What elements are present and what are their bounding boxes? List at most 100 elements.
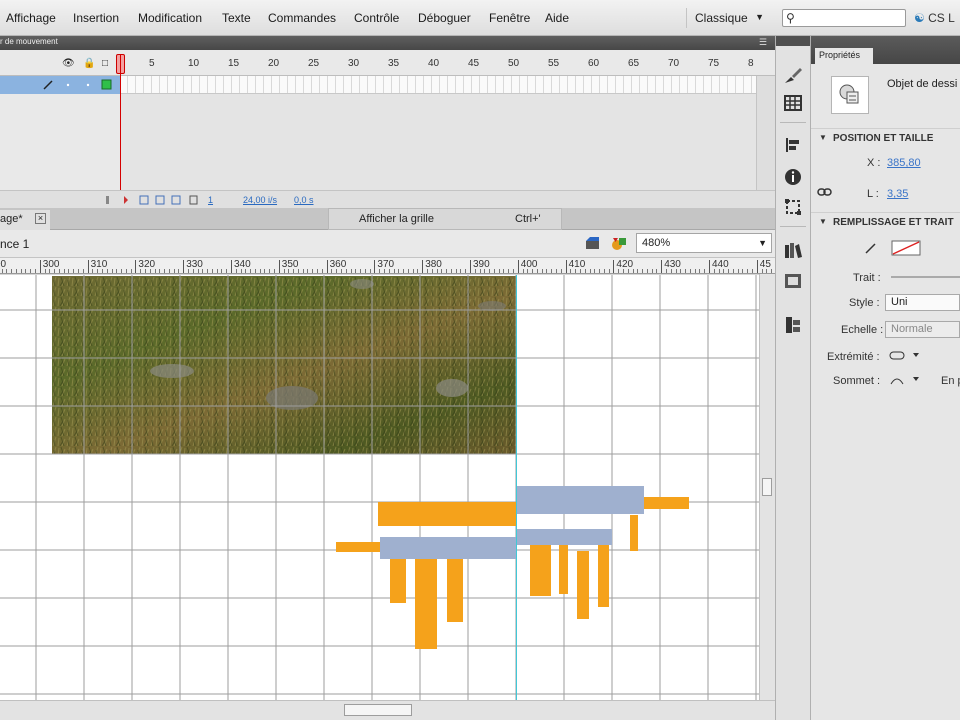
ruler-minor-tick [680,269,682,273]
ruler-major-tick [39,260,41,273]
lock-dot [86,83,90,87]
orange-shape[interactable] [530,545,551,596]
edit-symbols-icon[interactable] [610,235,628,251]
flash-window: Affichage Insertion Modification Texte C… [0,0,960,720]
chevron-down-icon: ▼ [755,12,764,22]
library-icon[interactable] [782,240,804,262]
ruler-minor-tick [642,269,644,273]
style-select[interactable]: Uni [885,294,960,311]
ruler-minor-tick [111,269,113,273]
x-value[interactable]: 385,80 [887,157,921,169]
stage-horizontal-scrollbar[interactable] [0,700,775,720]
orange-shape[interactable] [447,559,463,622]
menu-commandes[interactable]: Commandes [268,11,336,25]
stage-canvas[interactable] [0,275,759,700]
blue-shape[interactable] [516,529,612,545]
swatches-icon[interactable] [782,270,804,292]
orange-shape[interactable] [577,551,589,619]
ruler-minor-tick [63,269,65,273]
ruler-minor-tick [575,269,577,273]
orange-shape[interactable] [390,559,406,603]
orange-shape[interactable] [559,545,568,594]
zoom-select[interactable]: 480% ▼ [636,233,772,253]
stage-vertical-scrollbar[interactable] [759,274,775,700]
timeline-vertical-scrollbar[interactable] [756,76,775,190]
fps-value[interactable]: 24,00 i/s [243,195,277,205]
brush-icon[interactable] [782,64,804,86]
ruler-minor-tick [522,269,524,273]
scrollbar-thumb[interactable] [762,478,772,496]
current-frame-value[interactable]: 1 [208,195,213,205]
frame-number: 40 [428,58,440,69]
eye-icon[interactable]: 👁 [62,58,75,69]
pencil-icon [43,80,53,90]
blue-shape[interactable] [516,486,644,514]
transform-icon[interactable] [782,196,804,218]
scrollbar-thumb[interactable] [344,704,412,716]
stroke-slider[interactable] [891,276,960,278]
section-position-size[interactable]: ▼ POSITION ET TAILLE [811,128,960,146]
join-select[interactable] [889,374,923,386]
menu-insertion[interactable]: Insertion [73,11,119,25]
orange-shape[interactable] [643,497,689,509]
lock-icon[interactable]: 🔒 [83,58,95,69]
ruler-minor-tick [632,269,634,273]
scene-breadcrumb[interactable]: nce 1 [0,237,29,251]
tab-properties[interactable]: Propriétés [815,48,873,64]
link-icon[interactable] [817,187,833,197]
menu-texte[interactable]: Texte [222,11,251,25]
onion-skin-icon[interactable] [124,196,128,204]
guide-line[interactable] [516,275,517,700]
edit-multiple-icon[interactable] [155,195,165,205]
timeline-panel: r de mouvement ☰ 👁 🔒 □ 1 5 10 15 20 25 3… [0,36,775,359]
blue-shape[interactable] [380,537,516,559]
ruler-minor-tick [627,269,629,273]
menu-aide[interactable]: Aide [545,11,569,25]
menu-controle[interactable]: Contrôle [354,11,399,25]
ruler-minor-tick [646,269,648,273]
info-icon[interactable] [782,166,804,188]
timeline-tab[interactable]: r de mouvement [0,37,58,46]
align-icon[interactable] [782,134,804,156]
modify-markers-icon[interactable] [171,195,181,205]
cs-live-button[interactable]: ☯ CS L [914,11,955,25]
section-fill-stroke[interactable]: ▼ REMPLISSAGE ET TRAIT [811,212,960,230]
ruler-major-tick [470,260,471,273]
ruler-minor-tick [570,269,572,273]
menu-deboguer[interactable]: Déboguer [418,11,471,25]
orange-shape[interactable] [415,559,437,649]
ruler-minor-tick [235,269,237,273]
orange-shape[interactable] [598,545,609,607]
grid-icon[interactable] [782,92,804,114]
style-value: Uni [891,296,908,308]
tooltip-label: Afficher la grille [359,213,434,225]
help-search-input[interactable]: ⚲ [782,9,906,27]
orange-shape[interactable] [378,502,516,526]
ruler-minor-tick [58,269,60,273]
components-icon[interactable] [782,314,804,336]
cap-select[interactable] [889,350,923,362]
document-tab[interactable]: age* × [0,210,50,230]
workspace-switcher[interactable]: Classique ▼ [686,8,772,28]
ruler-minor-tick [407,269,409,273]
menu-modification[interactable]: Modification [138,11,202,25]
l-value[interactable]: 3,35 [887,188,908,200]
ruler-minor-tick [594,269,596,273]
menu-affichage[interactable]: Affichage [6,11,56,25]
outline-icon[interactable]: □ [102,58,108,69]
close-icon[interactable]: × [35,213,46,224]
edit-scene-icon[interactable] [584,235,602,251]
menu-fenetre[interactable]: Fenêtre [489,11,530,25]
menu-tooltip-show-grid[interactable]: Afficher la grille Ctrl+' [328,208,562,230]
layer-row-selected[interactable] [0,76,120,94]
onion-outline-icon[interactable] [139,195,149,205]
orange-shape[interactable] [336,542,380,552]
panel-menu-icon[interactable]: ☰ [759,37,767,48]
frames-row[interactable] [120,76,756,94]
ruler-minor-tick [489,269,491,273]
orange-shape[interactable] [630,515,638,551]
center-frame-icon[interactable] [106,196,109,204]
scale-select[interactable]: Normale [885,321,960,338]
time-value[interactable]: 0,0 s [294,195,314,205]
stroke-color-swatch[interactable] [891,240,921,256]
